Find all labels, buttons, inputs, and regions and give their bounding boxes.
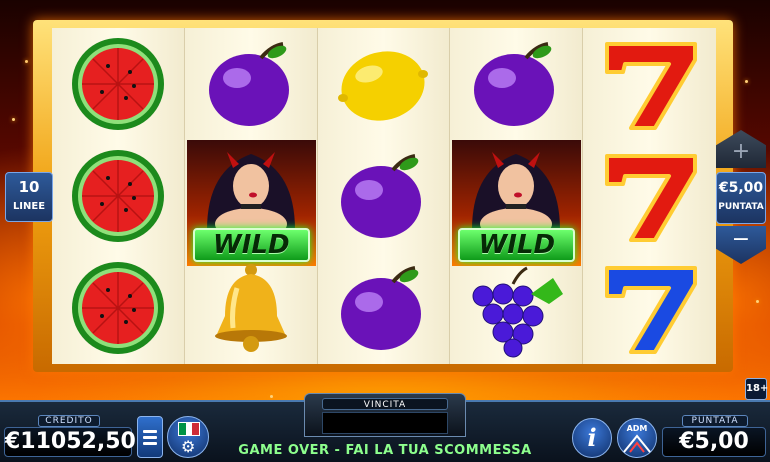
win-value bbox=[322, 412, 448, 434]
blue-seven-symbol bbox=[583, 252, 716, 364]
info-button[interactable]: i bbox=[572, 418, 612, 458]
menu-button[interactable] bbox=[137, 416, 163, 458]
menu-icon-bar bbox=[143, 441, 157, 445]
reel-1 bbox=[52, 28, 185, 364]
reel-area: WILD WILD bbox=[52, 28, 716, 364]
italy-flag-icon bbox=[178, 422, 200, 436]
red-seven-symbol bbox=[583, 28, 716, 140]
spark bbox=[25, 60, 28, 63]
lines-label: LINEE bbox=[12, 201, 46, 212]
bet-indicator-label: PUNTATA bbox=[718, 202, 764, 212]
wild-symbol: WILD bbox=[186, 140, 316, 266]
age-restriction-badge: 18+ bbox=[745, 378, 768, 400]
bell-symbol bbox=[185, 252, 317, 364]
win-label: VINCITA bbox=[322, 398, 448, 410]
spark bbox=[756, 300, 759, 303]
plum-symbol bbox=[450, 28, 582, 140]
credit-label: CREDITO bbox=[38, 415, 100, 427]
reel-4: WILD bbox=[450, 28, 584, 364]
wild-symbol: WILD bbox=[452, 140, 582, 266]
adm-logo-text: ADM bbox=[626, 424, 648, 433]
menu-icon-bar bbox=[143, 429, 157, 433]
bet-indicator: €5,00 PUNTATA bbox=[716, 172, 766, 224]
reel-2: WILD bbox=[184, 28, 318, 364]
spark bbox=[270, 395, 273, 398]
adm-logo-icon bbox=[623, 434, 651, 453]
watermelon-symbol bbox=[52, 140, 184, 252]
spark bbox=[745, 80, 748, 83]
devil-woman-illustration bbox=[472, 152, 561, 240]
gear-icon: ⚙ bbox=[181, 437, 196, 456]
grapes-symbol bbox=[450, 252, 582, 364]
devil-woman-illustration bbox=[206, 152, 295, 240]
plum-symbol bbox=[185, 28, 317, 140]
bet-value[interactable]: €5,00 bbox=[662, 427, 766, 457]
plum-symbol bbox=[318, 140, 450, 252]
menu-icon-bar bbox=[143, 435, 157, 439]
reel-5 bbox=[583, 28, 716, 364]
lemon-symbol bbox=[318, 28, 450, 140]
adm-logo: ADM bbox=[617, 418, 657, 458]
bet-indicator-value: €5,00 bbox=[718, 180, 764, 196]
reel-3 bbox=[317, 28, 451, 364]
red-seven-symbol bbox=[583, 140, 716, 252]
credit-value: €11052,50 bbox=[4, 427, 136, 457]
watermelon-symbol bbox=[52, 28, 184, 140]
spark bbox=[12, 118, 15, 121]
status-message: GAME OVER - FAI LA TUA SCOMMESSA bbox=[238, 443, 532, 458]
watermelon-symbol bbox=[52, 252, 184, 364]
bet-label: PUNTATA bbox=[682, 415, 748, 427]
lines-indicator[interactable]: 10 LINEE bbox=[5, 172, 53, 222]
plum-symbol bbox=[318, 252, 450, 364]
lines-value: 10 bbox=[18, 178, 40, 196]
